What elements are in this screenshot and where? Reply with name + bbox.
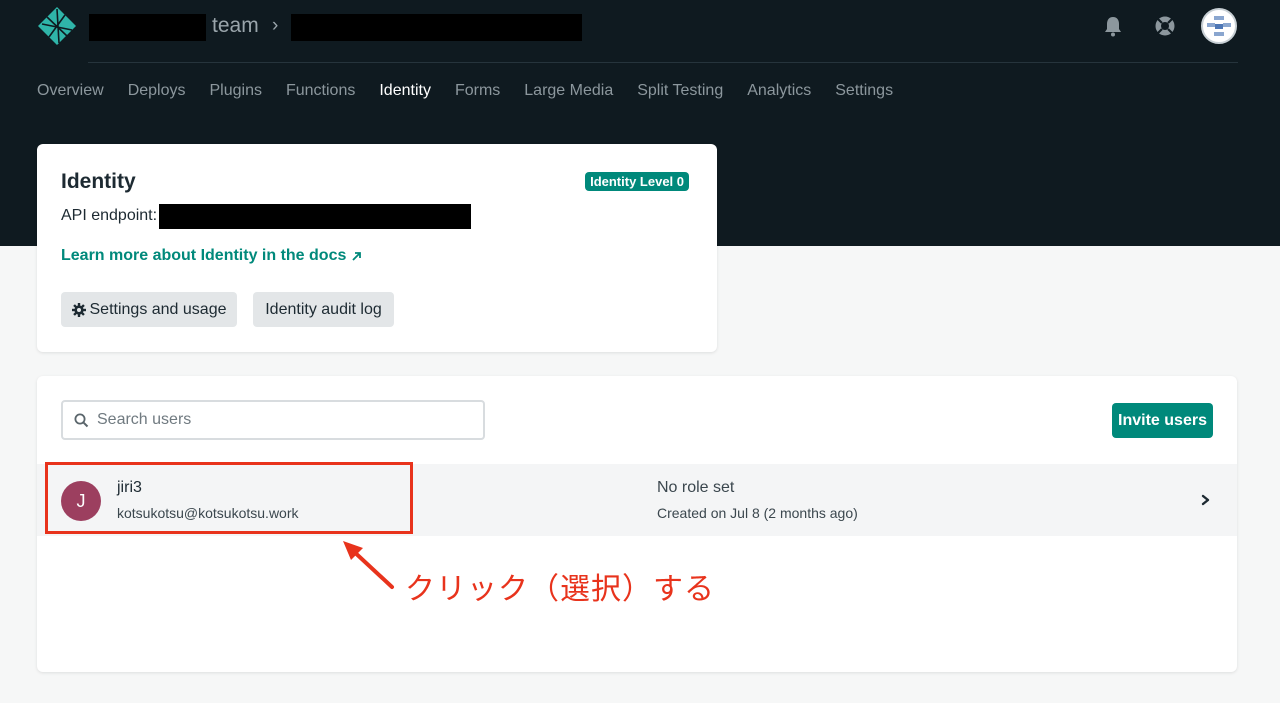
external-link-arrow-icon bbox=[352, 251, 362, 261]
annotation-arrow-icon bbox=[343, 541, 394, 589]
nav-deploys[interactable]: Deploys bbox=[128, 82, 186, 100]
search-icon bbox=[74, 413, 89, 427]
redacted-team-name bbox=[89, 14, 206, 41]
nav-forms[interactable]: Forms bbox=[455, 82, 500, 100]
nav-overview[interactable]: Overview bbox=[37, 82, 104, 100]
notifications-bell-icon[interactable] bbox=[1101, 14, 1125, 38]
identity-audit-log-button[interactable]: Identity audit log bbox=[253, 292, 394, 327]
team-label[interactable]: team bbox=[212, 14, 259, 38]
api-endpoint-label: API endpoint: bbox=[61, 207, 158, 224]
help-lifebuoy-icon[interactable] bbox=[1153, 14, 1177, 38]
site-nav: Overview Deploys Plugins Functions Ident… bbox=[37, 82, 893, 100]
identity-title: Identity bbox=[61, 170, 136, 193]
avatar-pattern-icon bbox=[1207, 16, 1231, 36]
invite-users-button[interactable]: Invite users bbox=[1112, 403, 1213, 438]
annotation-text: クリック（選択）する bbox=[405, 572, 715, 607]
breadcrumb-separator: › bbox=[272, 15, 279, 36]
nav-settings[interactable]: Settings bbox=[835, 82, 893, 100]
redacted-api-endpoint bbox=[159, 204, 471, 229]
chevron-right-icon bbox=[1201, 494, 1210, 506]
nav-split-testing[interactable]: Split Testing bbox=[637, 82, 723, 100]
nav-identity[interactable]: Identity bbox=[379, 82, 431, 100]
user-avatar-menu[interactable] bbox=[1201, 8, 1237, 44]
nav-plugins[interactable]: Plugins bbox=[210, 82, 262, 100]
settings-and-usage-label: Settings and usage bbox=[89, 300, 227, 318]
nav-functions[interactable]: Functions bbox=[286, 82, 355, 100]
nav-large-media[interactable]: Large Media bbox=[524, 82, 613, 100]
identity-card: Identity Identity Level 0 API endpoint: … bbox=[37, 144, 717, 352]
netlify-logo-icon[interactable] bbox=[37, 6, 77, 46]
redacted-site-name bbox=[291, 14, 582, 41]
nav-analytics[interactable]: Analytics bbox=[747, 82, 811, 100]
gear-icon bbox=[71, 302, 86, 317]
docs-link-label: Learn more about Identity in the docs bbox=[61, 247, 347, 264]
header-divider bbox=[88, 62, 1238, 63]
identity-level-badge: Identity Level 0 bbox=[585, 172, 689, 191]
settings-and-usage-button[interactable]: Settings and usage bbox=[61, 292, 237, 327]
audit-log-label: Identity audit log bbox=[265, 300, 382, 318]
annotation-highlight-box bbox=[45, 462, 413, 534]
user-created-date: Created on Jul 8 (2 months ago) bbox=[657, 505, 858, 521]
search-users-box[interactable] bbox=[61, 400, 485, 440]
user-role: No role set bbox=[657, 479, 735, 496]
identity-docs-link[interactable]: Learn more about Identity in the docs bbox=[61, 247, 362, 265]
search-users-input[interactable] bbox=[97, 411, 457, 429]
